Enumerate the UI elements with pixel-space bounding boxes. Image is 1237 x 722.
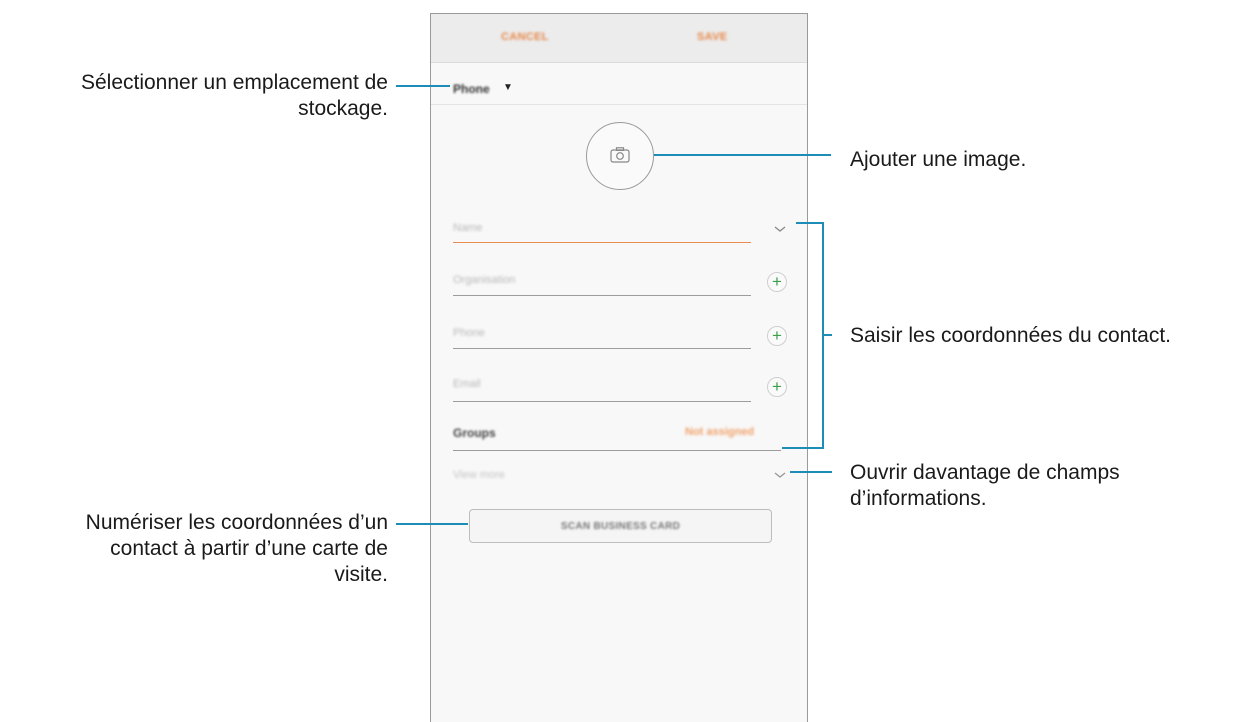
save-button[interactable]: SAVE [697, 31, 727, 43]
add-photo-button[interactable] [586, 122, 654, 190]
scan-business-card-label: SCAN BUSINESS CARD [560, 521, 681, 532]
organisation-field[interactable]: Organisation [453, 274, 515, 286]
organisation-field-underline [453, 295, 751, 296]
groups-underline [453, 450, 781, 451]
camera-icon [610, 147, 630, 163]
storage-callout: Sélectionner un emplacement de stockage. [20, 70, 388, 122]
storage-callout-line2: stockage. [298, 97, 388, 120]
storage-location-selector[interactable]: Phone [453, 82, 490, 96]
chevron-down-icon[interactable] [773, 224, 787, 234]
view-more-link[interactable]: View more [453, 469, 505, 481]
divider [431, 104, 807, 105]
scan-callout-line1: Numériser les coordonnées d’un [85, 511, 388, 534]
view-more-chevron-icon[interactable] [773, 470, 787, 480]
phone-screen: CANCEL SAVE Phone ▼ Name Organisation + … [430, 13, 808, 722]
add-email-plus-icon[interactable]: + [767, 377, 787, 397]
cancel-button[interactable]: CANCEL [501, 31, 549, 43]
groups-label: Groups [453, 426, 496, 440]
more-fields-callout-line1: Ouvrir davantage de champs [850, 461, 1120, 484]
image-callout: Ajouter une image. [850, 148, 1027, 171]
more-fields-callout-line [790, 471, 832, 473]
add-phone-plus-icon[interactable]: + [767, 326, 787, 346]
storage-callout-line1: Sélectionner un emplacement de [80, 71, 388, 94]
name-field-underline [453, 242, 751, 243]
top-action-bar: CANCEL SAVE [431, 14, 807, 63]
more-fields-callout: Ouvrir davantage de champs d’information… [850, 460, 1120, 512]
groups-value[interactable]: Not assigned [685, 426, 754, 438]
contact-info-callout: Saisir les coordonnées du contact. [850, 324, 1172, 347]
phone-field-underline [453, 348, 751, 349]
contact-bracket-bottom [782, 447, 824, 449]
storage-callout-line [396, 85, 450, 87]
scan-business-card-button[interactable]: SCAN BUSINESS CARD [469, 509, 772, 543]
email-field[interactable]: Email [453, 378, 481, 390]
scan-callout: Numériser les coordonnées d’un contact à… [20, 510, 388, 588]
contact-callout-line [822, 334, 832, 336]
dropdown-caret-icon[interactable]: ▼ [503, 82, 513, 93]
scan-callout-line3: visite. [334, 563, 388, 586]
email-field-underline [453, 401, 751, 402]
scan-callout-line2: contact à partir d’une carte de [110, 537, 388, 560]
contact-bracket-top [796, 222, 824, 224]
scan-callout-line [396, 523, 468, 525]
image-callout-line [654, 154, 831, 156]
phone-field[interactable]: Phone [453, 327, 485, 339]
add-organisation-plus-icon[interactable]: + [767, 272, 787, 292]
more-fields-callout-line2: d’informations. [850, 487, 987, 510]
name-field[interactable]: Name [453, 222, 482, 234]
